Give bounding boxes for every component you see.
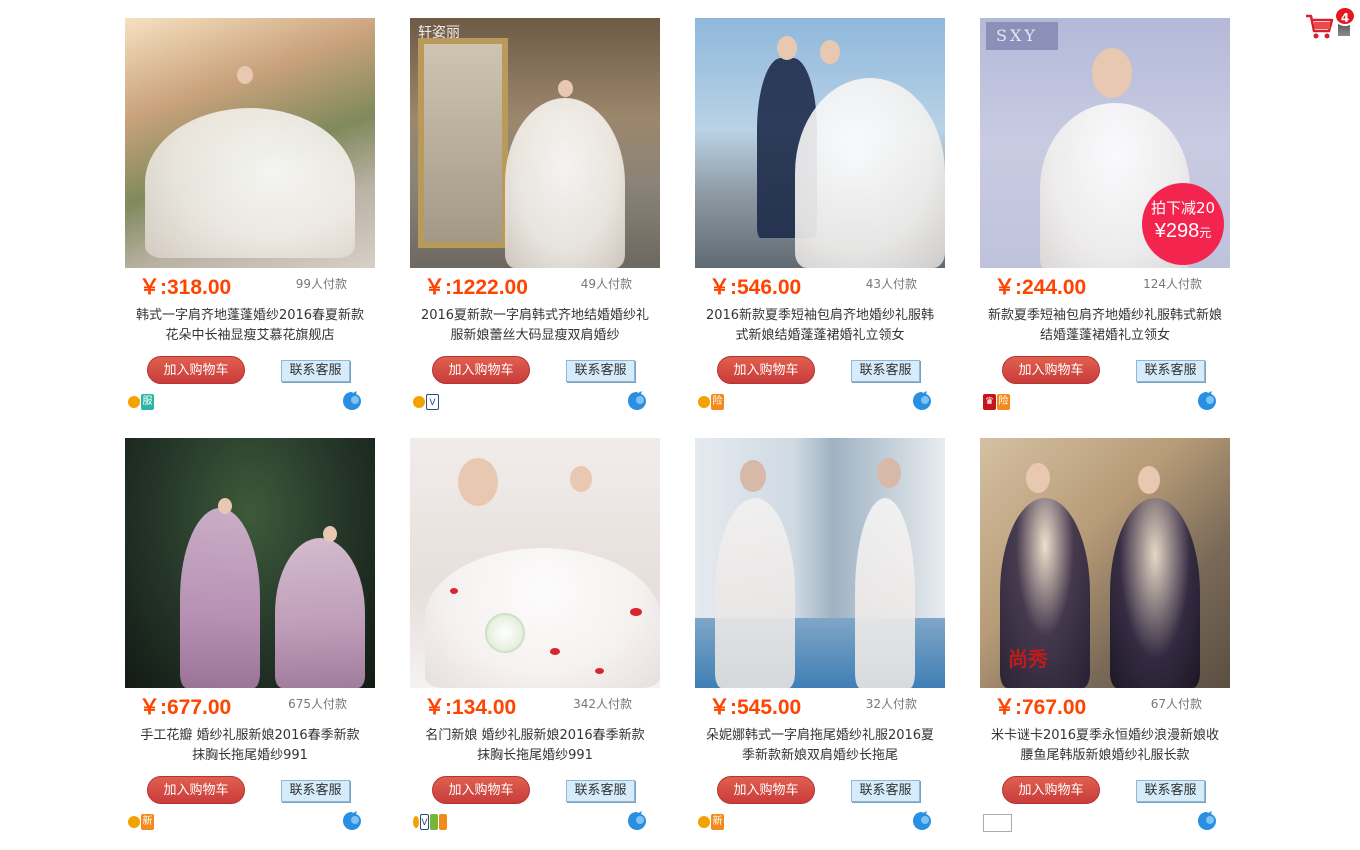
shield-icon: V <box>426 394 439 410</box>
product-title[interactable]: 米卡谜卡2016夏季永恒婚纱浪漫新娘收腰鱼尾韩版新娘婚纱礼服长款 <box>988 726 1222 766</box>
promo-discount-badge: 拍下减20 ¥298元 <box>1142 183 1224 265</box>
seller-badges: 服 <box>128 394 154 410</box>
brand-watermark: 轩姿丽 <box>418 25 460 41</box>
product-image[interactable] <box>695 438 945 688</box>
seller-badges: ♛ 险 <box>983 394 1010 410</box>
wangwang-chat-icon[interactable] <box>626 810 648 832</box>
contact-service-button[interactable]: 联系客服 <box>566 780 635 802</box>
sold-count: 67人付款 <box>1150 697 1202 711</box>
product-title[interactable]: 2016新款夏季短袖包肩齐地婚纱礼服韩式新娘结婚蓬蓬裙婚礼立领女 <box>703 306 937 346</box>
sold-count: 675人付款 <box>288 697 347 711</box>
contact-service-button[interactable]: 联系客服 <box>1136 360 1205 382</box>
seller-badges: V <box>413 394 439 410</box>
product-title[interactable]: 朵妮娜韩式一字肩拖尾婚纱礼服2016夏季新款新娘双肩婚纱长拖尾 <box>703 726 937 766</box>
contact-service-button[interactable]: 联系客服 <box>281 780 350 802</box>
product-image[interactable] <box>410 438 660 688</box>
product-price: ￥:767.00 <box>994 696 1087 719</box>
product-price: ￥:677.00 <box>139 696 232 719</box>
product-card: SXY 拍下减20 ¥298元 ￥:244.00 124人付款 新款夏季短袖包肩… <box>980 18 1230 418</box>
product-title[interactable]: 韩式一字肩齐地蓬蓬婚纱2016春夏新款花朵中长袖显瘦艾慕花旗舰店 <box>133 306 367 346</box>
gold-seller-icon <box>698 816 710 828</box>
cart-count-badge: 4 <box>1334 6 1356 26</box>
shield-icon: V <box>420 814 429 830</box>
seller-badges: 新 <box>128 814 154 830</box>
service-icon: 服 <box>141 394 154 410</box>
wangwang-chat-icon[interactable] <box>1196 390 1218 412</box>
product-title[interactable]: 名门新娘 婚纱礼服新娘2016春季新款 抹胸长拖尾婚纱991 <box>418 726 652 766</box>
crown-icon: ♛ <box>983 394 996 410</box>
add-to-cart-button[interactable]: 加入购物车 <box>717 356 815 384</box>
sold-count: 342人付款 <box>573 697 632 711</box>
sold-count: 49人付款 <box>580 277 632 291</box>
sold-count: 43人付款 <box>865 277 917 291</box>
product-card: ￥:545.00 32人付款 朵妮娜韩式一字肩拖尾婚纱礼服2016夏季新款新娘双… <box>695 438 945 838</box>
product-title[interactable]: 2016夏新款一字肩韩式齐地结婚婚纱礼服新娘蕾丝大码显瘦双肩婚纱 <box>418 306 652 346</box>
product-card: ￥:677.00 675人付款 手工花瓣 婚纱礼服新娘2016春季新款 抹胸长拖… <box>125 438 375 838</box>
contact-service-button[interactable]: 联系客服 <box>566 360 635 382</box>
seller-badges <box>983 814 1012 832</box>
seller-badges: V <box>413 814 447 830</box>
wangwang-chat-icon[interactable] <box>341 810 363 832</box>
wangwang-chat-icon[interactable] <box>341 390 363 412</box>
product-image[interactable] <box>695 18 945 268</box>
sold-count: 32人付款 <box>865 697 917 711</box>
gold-seller-icon <box>413 816 419 828</box>
wangwang-chat-icon[interactable] <box>626 390 648 412</box>
add-to-cart-button[interactable]: 加入购物车 <box>432 356 530 384</box>
gold-seller-icon <box>128 396 140 408</box>
new-icon: 新 <box>711 814 724 830</box>
contact-service-button[interactable]: 联系客服 <box>1136 780 1205 802</box>
product-card: ￥:134.00 342人付款 名门新娘 婚纱礼服新娘2016春季新款 抹胸长拖… <box>410 438 660 838</box>
add-to-cart-button[interactable]: 加入购物车 <box>147 776 245 804</box>
seller-badges: 险 <box>698 394 724 410</box>
wangwang-chat-icon[interactable] <box>911 810 933 832</box>
sold-count: 124人付款 <box>1143 277 1202 291</box>
new-icon: 新 <box>141 814 154 830</box>
promo-price: ¥298元 <box>1154 220 1212 242</box>
product-image[interactable] <box>125 438 375 688</box>
brand-watermark: SXY <box>996 26 1038 45</box>
contact-service-button[interactable]: 联系客服 <box>851 780 920 802</box>
wangwang-chat-icon[interactable] <box>1196 810 1218 832</box>
service-icon <box>430 814 438 830</box>
wangwang-chat-icon[interactable] <box>911 390 933 412</box>
insurance-icon: 险 <box>997 394 1010 410</box>
product-title[interactable]: 手工花瓣 婚纱礼服新娘2016春季新款 抹胸长拖尾婚纱991 <box>133 726 367 766</box>
contact-service-button[interactable]: 联系客服 <box>851 360 920 382</box>
promo-text: 拍下减20 <box>1150 199 1216 217</box>
broken-image-icon <box>983 814 1012 832</box>
product-image[interactable]: 轩姿丽 <box>410 18 660 268</box>
gold-seller-icon <box>413 396 425 408</box>
seller-badges: 新 <box>698 814 724 830</box>
product-image[interactable]: 尚秀 <box>980 438 1230 688</box>
sold-count: 99人付款 <box>295 277 347 291</box>
gold-seller-icon <box>698 396 710 408</box>
product-card: ￥:318.00 99人付款 韩式一字肩齐地蓬蓬婚纱2016春夏新款花朵中长袖显… <box>125 18 375 418</box>
product-price: ￥:546.00 <box>709 276 802 299</box>
contact-service-button[interactable]: 联系客服 <box>281 360 350 382</box>
shopping-cart-icon <box>1306 14 1334 39</box>
product-price: ￥:318.00 <box>139 276 232 299</box>
product-price: ￥:244.00 <box>994 276 1087 299</box>
product-image[interactable] <box>125 18 375 268</box>
add-to-cart-button[interactable]: 加入购物车 <box>717 776 815 804</box>
brand-watermark: 尚秀 <box>1008 647 1048 671</box>
product-price: ￥:134.00 <box>424 696 517 719</box>
floating-cart[interactable]: 4 <box>1304 6 1356 42</box>
product-title[interactable]: 新款夏季短袖包肩齐地婚纱礼服韩式新娘结婚蓬蓬裙婚礼立领女 <box>988 306 1222 346</box>
product-image[interactable]: SXY 拍下减20 ¥298元 <box>980 18 1230 268</box>
add-to-cart-button[interactable]: 加入购物车 <box>1002 356 1100 384</box>
product-price: ￥:1222.00 <box>424 276 528 299</box>
insurance-icon <box>439 814 447 830</box>
product-grid: ￥:318.00 99人付款 韩式一字肩齐地蓬蓬婚纱2016春夏新款花朵中长袖显… <box>0 0 1360 850</box>
product-card: 轩姿丽 ￥:1222.00 49人付款 2016夏新款一字肩韩式齐地结婚婚纱礼服… <box>410 18 660 418</box>
add-to-cart-button[interactable]: 加入购物车 <box>1002 776 1100 804</box>
product-price: ￥:545.00 <box>709 696 802 719</box>
product-card: 尚秀 ￥:767.00 67人付款 米卡谜卡2016夏季永恒婚纱浪漫新娘收腰鱼尾… <box>980 438 1230 838</box>
product-card: ￥:546.00 43人付款 2016新款夏季短袖包肩齐地婚纱礼服韩式新娘结婚蓬… <box>695 18 945 418</box>
add-to-cart-button[interactable]: 加入购物车 <box>432 776 530 804</box>
gold-seller-icon <box>128 816 140 828</box>
insurance-icon: 险 <box>711 394 724 410</box>
add-to-cart-button[interactable]: 加入购物车 <box>147 356 245 384</box>
